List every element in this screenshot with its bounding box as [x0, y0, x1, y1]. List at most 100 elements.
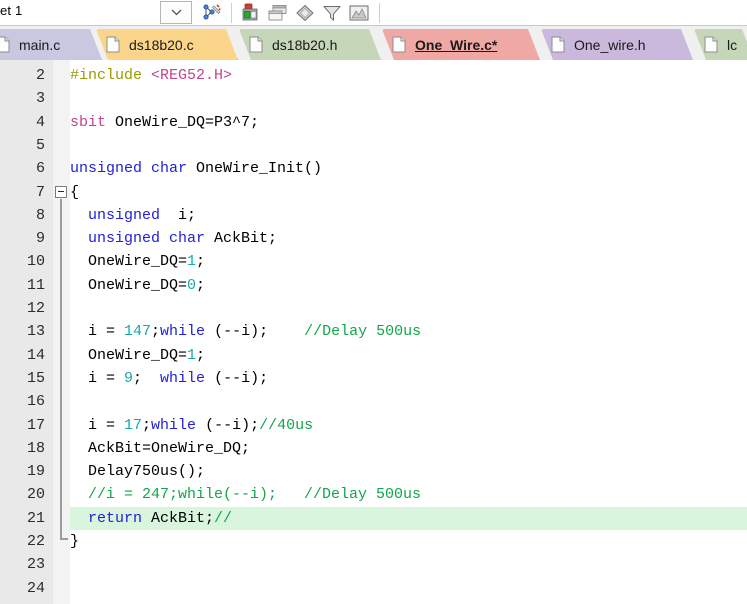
code-token: #include — [70, 67, 152, 84]
build-target-icon[interactable] — [198, 1, 224, 24]
code-line[interactable]: i = 17;while (--i);//40us — [70, 414, 747, 437]
line-number: 9 — [35, 230, 45, 248]
code-token: i = — [70, 369, 125, 387]
line-number: 20 — [26, 486, 45, 504]
document-icon — [704, 36, 718, 53]
toolbar-target-label: et 1 — [0, 3, 23, 18]
code-token: OneWire_DQ=P3^7; — [106, 113, 260, 131]
code-token: 1 — [187, 346, 197, 364]
code-line[interactable] — [70, 134, 747, 157]
code-line[interactable]: Delay750us(); — [70, 460, 747, 483]
code-token: // — [214, 509, 233, 527]
line-number: 6 — [35, 160, 45, 178]
code-line[interactable]: unsigned i; — [70, 204, 747, 227]
code-token: ; — [196, 253, 206, 271]
ide-editor-window: et 1 main.c ds18b20.c ds18b20.h One_Wire… — [0, 0, 747, 604]
code-text-area[interactable]: #include <REG52.H> sbit OneWire_DQ=P3^7;u… — [70, 60, 747, 604]
code-line[interactable]: sbit OneWire_DQ=P3^7; — [70, 111, 747, 134]
code-token: (--i); — [205, 323, 305, 341]
toolbar-separator-1 — [231, 2, 232, 23]
code-line[interactable]: #include <REG52.H> — [70, 64, 747, 87]
code-line[interactable]: unsigned char AckBit; — [70, 227, 747, 250]
line-number: 3 — [35, 90, 45, 108]
code-token: unsigned char — [70, 160, 188, 178]
code-line[interactable] — [70, 87, 747, 110]
filter-icon[interactable] — [319, 1, 345, 24]
diamond-icon[interactable] — [292, 1, 318, 24]
code-line[interactable]: //i = 247;while(--i); //Delay 500us — [70, 483, 747, 506]
code-token: ; — [151, 323, 161, 341]
document-icon — [249, 36, 263, 53]
line-number: 12 — [26, 300, 45, 317]
line-number: 22 — [26, 533, 45, 550]
colors-fonts-glyph — [242, 3, 257, 21]
line-number: 8 — [35, 206, 45, 224]
editor-tab-3[interactable]: One_Wire.c* — [382, 29, 540, 60]
code-line[interactable]: { — [70, 181, 747, 204]
editor-tab-1[interactable]: ds18b20.c — [96, 29, 238, 60]
code-token: unsigned — [88, 206, 161, 224]
code-token: { — [70, 183, 80, 201]
document-icon — [392, 36, 406, 53]
cascade-windows-glyph — [268, 4, 287, 20]
filter-funnel-glyph — [322, 5, 342, 21]
editor-tab-2[interactable]: ds18b20.h — [239, 29, 381, 60]
code-token: unsigned char — [88, 230, 206, 248]
code-line[interactable] — [70, 390, 747, 413]
code-token: OneWire_DQ= — [70, 276, 188, 294]
code-token: Delay750us(); — [70, 463, 206, 481]
code-token: while — [160, 323, 206, 341]
memory-map-glyph — [349, 5, 369, 20]
memory-map-icon[interactable] — [346, 1, 372, 24]
debug-colors-icon[interactable] — [238, 1, 264, 24]
target-combo-dropdown[interactable] — [160, 1, 192, 24]
diamond-glyph — [296, 4, 314, 21]
line-number: 13 — [26, 323, 45, 341]
code-line[interactable]: i = 147;while (--i); //Delay 500us — [70, 320, 747, 343]
code-line[interactable]: OneWire_DQ=1; — [70, 344, 747, 367]
code-token: } — [70, 533, 80, 550]
line-number: 2 — [35, 67, 45, 84]
code-line[interactable]: i = 9; while (--i); — [70, 367, 747, 390]
editor-tab-5[interactable]: lc — [694, 29, 747, 60]
editor-tab-4[interactable]: One_wire.h — [541, 29, 693, 60]
code-line[interactable]: OneWire_DQ=1; — [70, 250, 747, 273]
windows-cascade-icon[interactable] — [265, 1, 291, 24]
line-number: 21 — [26, 509, 45, 527]
document-icon — [551, 36, 565, 53]
chevron-down-icon — [171, 9, 181, 16]
editor-tab-0[interactable]: main.c — [0, 29, 102, 60]
editor-tab-bar: main.c ds18b20.c ds18b20.h One_Wire.c* One_w… — [0, 26, 747, 60]
editor-tab-label: ds18b20.h — [272, 36, 338, 53]
code-line[interactable]: return AckBit;// — [70, 506, 747, 530]
code-line[interactable]: } — [70, 530, 747, 553]
code-token: ; — [196, 276, 206, 294]
editor-tab-label: One_Wire.c* — [415, 36, 498, 53]
code-token: OneWire_DQ= — [70, 346, 188, 364]
code-editor[interactable]: 2 3 4 5 6 7 8 9 10 11 12 13 14 15 16 17 18 19 20 21 22 23 24 #… — [0, 60, 747, 604]
code-line[interactable]: AckBit=OneWire_DQ; — [70, 437, 747, 460]
fold-collapse-icon[interactable] — [55, 185, 67, 198]
editor-tab-label: ds18b20.c — [129, 36, 194, 53]
code-token: 147 — [124, 323, 152, 341]
code-line[interactable] — [70, 553, 747, 576]
toolbar-separator-2 — [379, 2, 380, 23]
code-token: i = — [70, 323, 125, 341]
document-icon — [106, 36, 120, 53]
code-folding-column[interactable] — [53, 60, 70, 604]
line-number: 19 — [26, 463, 45, 481]
code-token: (--i); — [205, 369, 269, 387]
editor-tab-label: lc — [727, 36, 738, 53]
code-line[interactable] — [70, 297, 747, 320]
line-number: 24 — [26, 579, 45, 597]
line-number: 23 — [26, 556, 45, 574]
line-number: 15 — [26, 369, 45, 387]
code-line[interactable]: unsigned char OneWire_Init() — [70, 157, 747, 180]
editor-tab-label: main.c — [19, 36, 61, 53]
code-line[interactable]: OneWire_DQ=0; — [70, 274, 747, 297]
toolbar: et 1 — [0, 0, 747, 26]
fold-range-end — [60, 538, 68, 540]
code-line[interactable] — [70, 577, 747, 600]
